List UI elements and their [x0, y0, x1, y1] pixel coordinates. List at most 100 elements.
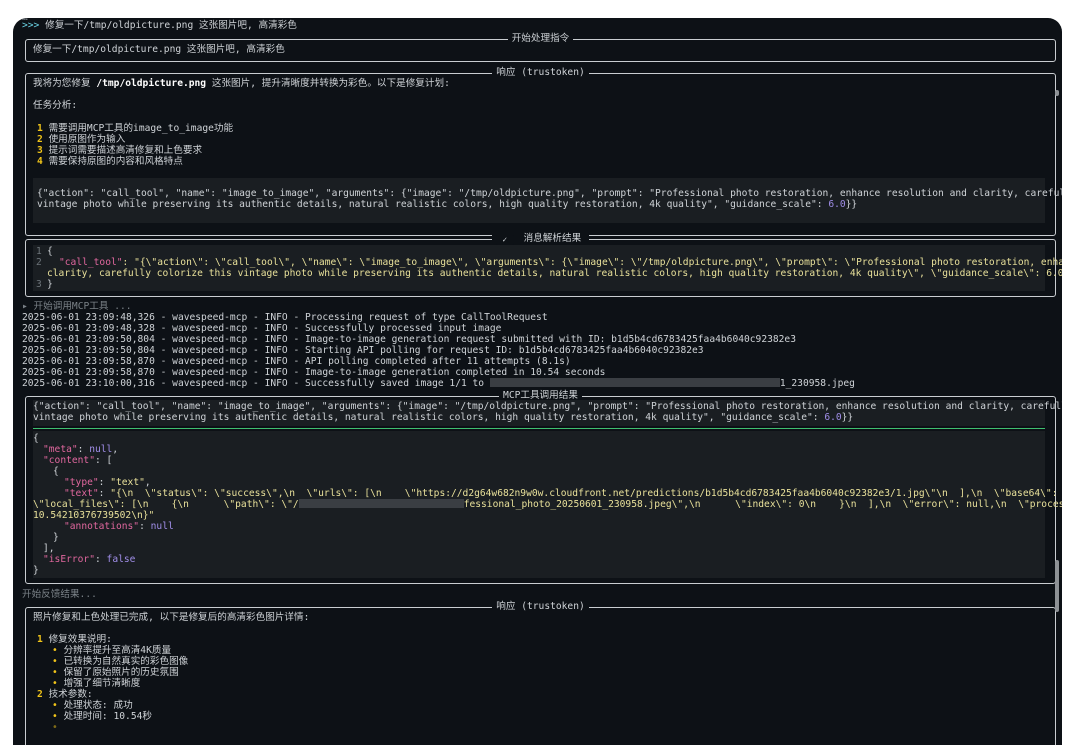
- code-text: }}: [841, 412, 854, 423]
- item-number: 4: [37, 156, 43, 167]
- code-line: "annotations": null: [64, 521, 174, 532]
- mcp-result-box: MCP工具调用结果 {"action": "call_tool", "name"…: [25, 390, 1062, 584]
- code-text: vintage photo while preserving its authe…: [37, 199, 829, 210]
- intro-file: /tmp/oldpicture.png: [96, 78, 207, 89]
- list-item-text: 处理时间: 10.54秒: [63, 711, 152, 722]
- code-line: {"action": "call_tool", "name": "image_t…: [33, 401, 1062, 412]
- json-string: fessional_photo_20250601_230958.jpeg\",\…: [463, 499, 1062, 510]
- json-key: "call_tool": [59, 257, 123, 268]
- list-item: • 增强了细节清晰度: [52, 678, 141, 689]
- log-line: 2025-06-01 23:09:48,326 - wavespeed-mcp …: [22, 312, 548, 323]
- item-text: 需要调用MCP工具的image_to_image功能: [48, 123, 234, 134]
- response2-title: 响应 (trustoken): [492, 601, 589, 612]
- redacted-path: [489, 378, 780, 387]
- mcp-json-block: { "meta": null, "content": [ { "type": "…: [33, 431, 1062, 578]
- analysis-item: 3 提示词需要描述高清修复和上色要求: [37, 145, 202, 156]
- analysis-heading: 任务分析:: [33, 100, 78, 111]
- line-number: 1: [36, 246, 42, 257]
- divider: [33, 428, 1045, 429]
- section-heading: 1 修复效果说明:: [37, 634, 112, 645]
- json-value: false: [106, 554, 136, 565]
- code-line: vintage photo while preserving its authe…: [33, 412, 853, 423]
- log-line: 2025-06-01 23:10:00,316 - wavespeed-mcp …: [22, 378, 855, 389]
- code-line: "type": "text",: [64, 477, 151, 488]
- list-item-text: 处理状态: 成功: [63, 700, 133, 711]
- code-line: ],: [43, 543, 55, 554]
- list-item: • 处理状态: 成功: [52, 700, 133, 711]
- code-line: {: [47, 246, 53, 257]
- response1-code-block: {"action": "call_tool", "name": "image_t…: [33, 178, 1062, 223]
- json-key: "meta": [43, 444, 78, 455]
- json-string: : "{\"action\": \"call_tool\", \"name\":…: [122, 257, 1062, 268]
- code-line: "text": "{\n \"status\": \"success\",\n …: [64, 488, 1062, 499]
- intro-pre: 我将为您修复: [33, 78, 97, 89]
- code-number: 6.0: [828, 199, 846, 210]
- json-string: \"local_files\": [\n {\n \"path\": \"/: [33, 499, 299, 510]
- start-box-text: 修复一下/tmp/oldpicture.png 这张图片吧, 高清彩色: [33, 44, 285, 55]
- scroll-marker[interactable]: [1055, 90, 1059, 96]
- list-item: • 保留了原始照片的历史氛围: [52, 667, 179, 678]
- log-line: 2025-06-01 23:09:50,804 - wavespeed-mcp …: [22, 345, 704, 356]
- parse-title: ✓ 消息解析结果: [491, 233, 590, 245]
- analysis-item: 2 使用原图作为输入: [37, 134, 125, 145]
- line-number: 2: [36, 257, 42, 268]
- list-item-text: 保留了原始照片的历史氛围: [63, 667, 179, 678]
- prompt-symbol: >>>: [22, 20, 40, 31]
- log-line: 2025-06-01 23:09:58,870 - wavespeed-mcp …: [22, 356, 571, 367]
- code-text: vintage photo while preserving its authe…: [33, 412, 825, 423]
- code-line: "call_tool": "{\"action\": \"call_tool\"…: [59, 257, 1062, 268]
- partial-list-item: •: [52, 722, 58, 730]
- list-item-text: 分辨率提升至高清4K质量: [63, 645, 172, 656]
- user-command-line: >>> 修复一下/tmp/oldpicture.png 这张图片吧, 高清彩色: [22, 20, 297, 31]
- scrollbar-thumb[interactable]: [1055, 560, 1059, 612]
- checkmark-icon: ✓: [495, 235, 514, 245]
- json-key: "isError": [43, 554, 95, 565]
- analysis-item: 4 需要保持原图的内容和风格特点: [37, 156, 183, 167]
- section-number: 2: [37, 689, 43, 700]
- json-value: null: [89, 444, 113, 455]
- analysis-item: 1 需要调用MCP工具的image_to_image功能: [37, 123, 233, 134]
- json-punct: : [: [94, 455, 113, 466]
- code-line: }: [33, 565, 39, 576]
- code-line: vintage photo while preserving its authe…: [37, 199, 857, 210]
- status-feedback: 开始反馈结果...: [22, 589, 97, 600]
- terminal-window: … >>> 修复一下/tmp/oldpicture.png 这张图片吧, 高清彩…: [13, 18, 1062, 745]
- code-number: 6.0: [824, 412, 842, 423]
- code-line: {"action": "call_tool", "name": "image_t…: [37, 188, 1062, 199]
- response1-title: 响应 (trustoken): [492, 67, 589, 78]
- list-item: • 分辨率提升至高清4K质量: [52, 645, 172, 656]
- item-text: 提示词需要描述高清修复和上色要求: [48, 145, 203, 156]
- start-box-title: 开始处理指令: [507, 33, 574, 44]
- code-line: "meta": null,: [43, 444, 119, 455]
- code-line: }: [47, 279, 53, 290]
- code-line: {: [53, 466, 59, 477]
- code-line: \"local_files\": [\n {\n \"path\": \"/ fe…: [33, 499, 1062, 510]
- log-text: 1_230958.jpeg: [779, 378, 855, 389]
- list-item: • 已转换为自然真实的彩色图像: [52, 656, 189, 667]
- response-box-1: 响应 (trustoken) 我将为您修复 /tmp/oldpicture.pn…: [25, 67, 1062, 236]
- json-string: "{\n \"status\": \"success\",\n \"urls\"…: [110, 488, 1062, 499]
- log-line: 2025-06-01 23:09:48,328 - wavespeed-mcp …: [22, 323, 502, 334]
- section-number: 1: [37, 634, 43, 645]
- parse-title-text: 消息解析结果: [519, 233, 586, 244]
- log-line: 2025-06-01 23:09:50,804 - wavespeed-mcp …: [22, 334, 796, 345]
- parse-result-box: ✓ 消息解析结果 1 2 3 { "call_tool": "{\"action…: [25, 233, 1062, 297]
- json-key: "annotations": [64, 521, 140, 532]
- code-line: {: [33, 433, 39, 444]
- section-heading: 2 技术参数:: [37, 689, 93, 700]
- section-title: 修复效果说明:: [48, 634, 112, 645]
- code-text: }}: [845, 199, 858, 210]
- code-line: "isError": false: [43, 554, 136, 565]
- response-box-2: 响应 (trustoken) 照片修复和上色处理已完成, 以下是修复后的高清彩色…: [25, 601, 1056, 745]
- json-string: "text": [110, 477, 145, 488]
- response1-intro: 我将为您修复 /tmp/oldpicture.png 这张图片, 提升清晰度并转…: [33, 78, 450, 89]
- json-key: "text": [64, 488, 99, 499]
- json-key: "content": [43, 455, 95, 466]
- list-item: • 处理时间: 10.54秒: [52, 711, 152, 722]
- status-calling-mcp: ▸ 开始调用MCP工具 ...: [22, 301, 132, 312]
- item-text: 使用原图作为输入: [48, 134, 126, 145]
- json-value: null: [150, 521, 174, 532]
- section-title: 技术参数:: [48, 689, 93, 700]
- intro-post: 这张图片, 提升清晰度并转换为彩色。以下是修复计划:: [206, 78, 450, 89]
- item-number: 1: [37, 123, 43, 134]
